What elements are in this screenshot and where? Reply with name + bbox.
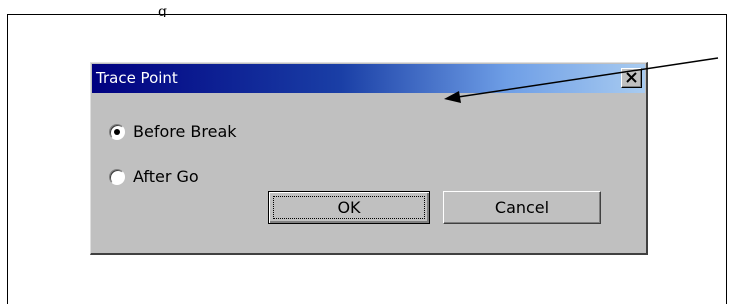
pointer-arrow-icon xyxy=(444,57,719,103)
